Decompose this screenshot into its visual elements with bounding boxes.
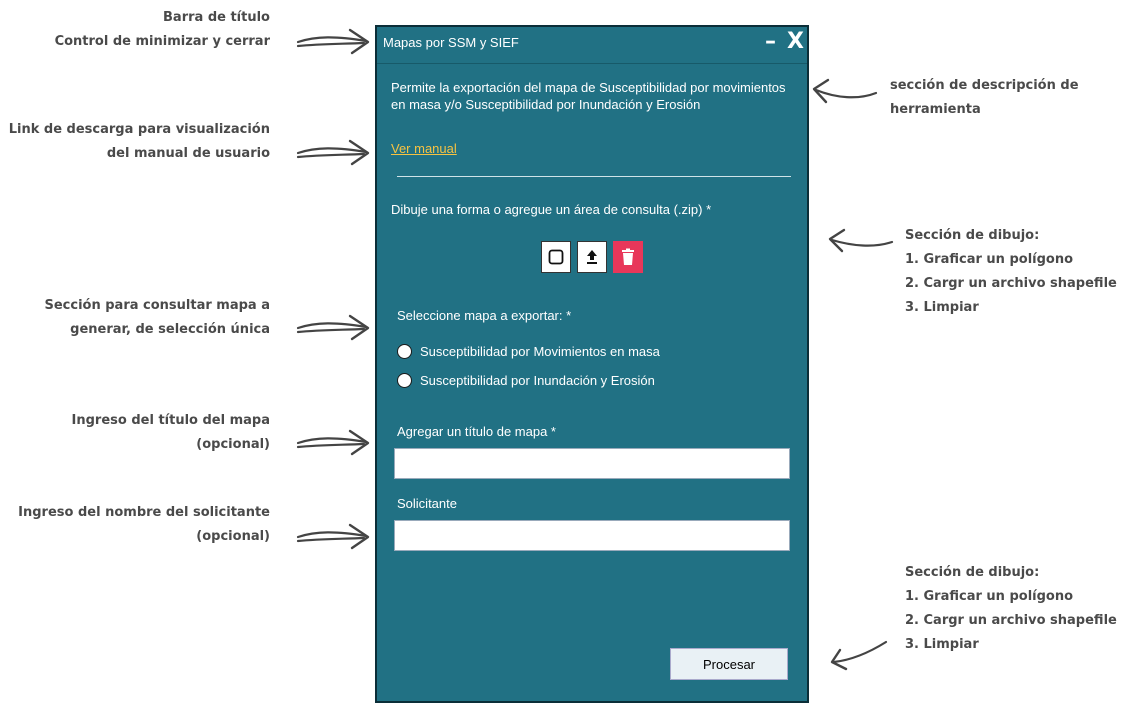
requester-label: Solicitante xyxy=(397,496,457,511)
draw-polygon-button[interactable] xyxy=(541,241,571,273)
upload-shapefile-button[interactable] xyxy=(577,241,607,273)
annotation-titlebar: Barra de título Control de minimizar y c… xyxy=(54,10,270,49)
annotation-title-input: Ingreso del título del mapa (opcional) xyxy=(71,413,270,452)
square-outline-icon xyxy=(548,249,564,265)
panel-title: Mapas por SSM y SIEF xyxy=(383,35,519,50)
trash-icon xyxy=(622,248,634,265)
manual-link[interactable]: Ver manual xyxy=(391,141,457,156)
clear-button[interactable] xyxy=(613,241,643,273)
arrow-manual-link xyxy=(296,139,370,166)
annotation-description: sección de descripción de herramienta xyxy=(890,78,1079,117)
arrow-drawing-bottom xyxy=(830,640,888,671)
process-button[interactable]: Procesar xyxy=(670,648,788,680)
annotation-map-select: Sección para consultar mapa a generar, d… xyxy=(44,298,270,337)
requester-input[interactable] xyxy=(394,520,790,551)
map-option-2[interactable]: Susceptibilidad por Inundación y Erosión xyxy=(397,373,655,388)
annotation-manual-link: Link de descarga para visualización del … xyxy=(8,122,270,161)
arrow-title-input xyxy=(296,429,370,456)
annotation-drawing-top: Sección de dibujo: 1. Graficar un polígo… xyxy=(905,228,1117,315)
map-title-label: Agregar un título de mapa * xyxy=(397,424,556,439)
close-button[interactable]: X xyxy=(787,29,804,54)
arrow-requester-input xyxy=(296,523,370,550)
title-bar: Mapas por SSM y SIEF – X xyxy=(377,27,807,64)
divider xyxy=(397,176,791,177)
arrow-drawing-top xyxy=(828,228,894,253)
annotation-requester-input: Ingreso del nombre del solicitante (opci… xyxy=(18,505,270,544)
arrow-map-select xyxy=(296,314,370,341)
radio-button[interactable] xyxy=(397,344,412,359)
draw-prompt: Dibuje una forma o agregue un área de co… xyxy=(391,202,712,217)
tool-description: Permite la exportación del mapa de Susce… xyxy=(391,80,786,112)
tool-panel: Mapas por SSM y SIEF – X Permite la expo… xyxy=(375,25,809,703)
map-option-1[interactable]: Susceptibilidad por Movimientos en masa xyxy=(397,344,660,359)
map-option-label: Susceptibilidad por Inundación y Erosión xyxy=(420,373,655,388)
map-option-label: Susceptibilidad por Movimientos en masa xyxy=(420,344,660,359)
upload-icon xyxy=(587,250,597,264)
annotation-drawing-bottom: Sección de dibujo: 1. Graficar un polígo… xyxy=(905,565,1117,652)
map-title-input[interactable] xyxy=(394,448,790,479)
minimize-button[interactable]: – xyxy=(765,29,776,54)
arrow-titlebar xyxy=(296,28,370,55)
map-select-label: Seleccione mapa a exportar: * xyxy=(397,308,572,323)
arrow-description xyxy=(812,78,878,104)
radio-button[interactable] xyxy=(397,373,412,388)
